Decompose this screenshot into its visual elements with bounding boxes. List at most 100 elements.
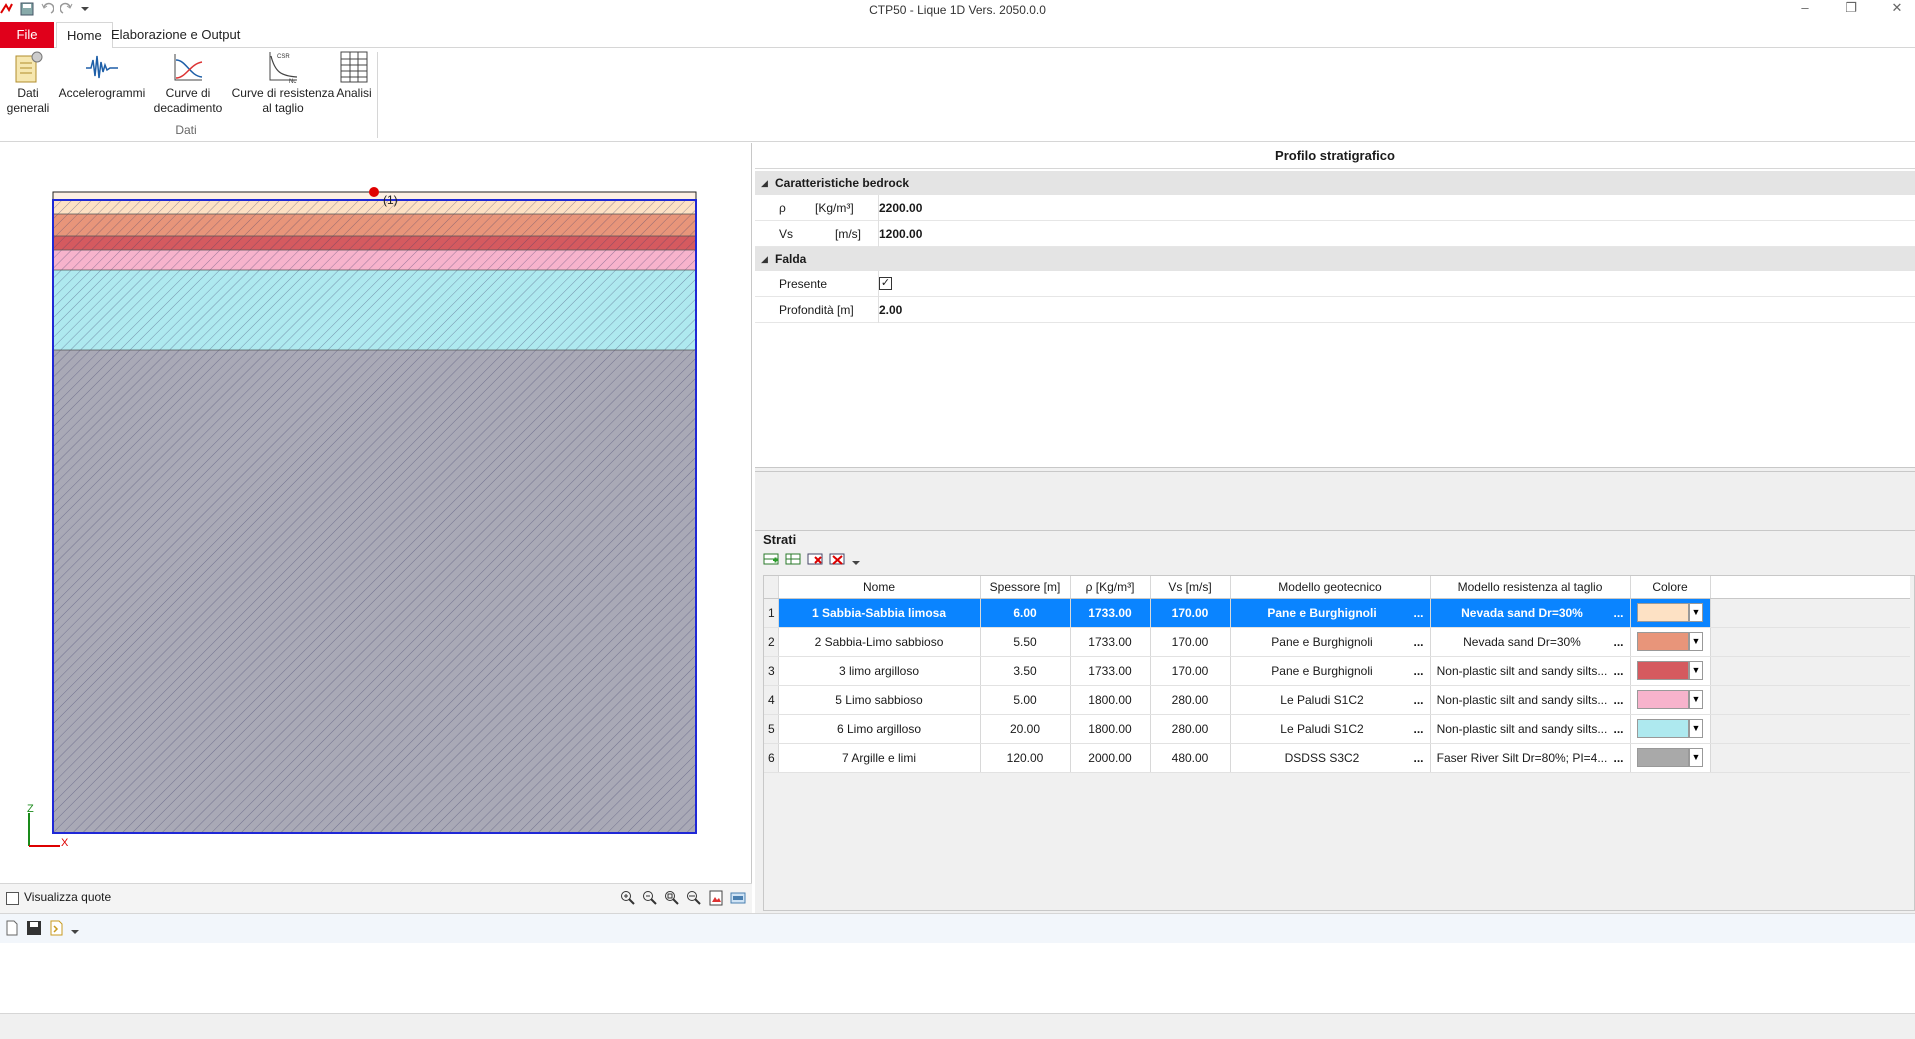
ellipsis-button[interactable]: ... (1613, 751, 1629, 765)
collapse-triangle-icon[interactable]: ◢ (761, 171, 768, 195)
table-row[interactable]: 45 Limo sabbioso 5.00 1800.00 280.00... Le P… (764, 685, 1910, 715)
col-modello-geotecnico[interactable]: Modello geotecnico (1230, 576, 1431, 599)
cell-colore[interactable]: ▼ (1630, 685, 1711, 715)
print-preview-icon[interactable] (730, 890, 746, 906)
ellipsis-button[interactable]: ... (1413, 635, 1429, 649)
accelerogrammi-button[interactable]: Accelerogrammi (56, 50, 148, 101)
cell-rho[interactable]: 1733.00 (1070, 627, 1151, 657)
color-swatch[interactable] (1637, 748, 1689, 767)
col-spessore[interactable]: Spessore [m] (980, 576, 1071, 599)
table-row[interactable]: 56 Limo argilloso 20.00 1800.00 280.00... Le… (764, 714, 1910, 744)
tab-elaborazione-output[interactable]: Elaborazione e Output (101, 22, 250, 48)
cell-vs[interactable]: 480.00 (1150, 743, 1231, 773)
color-swatch[interactable] (1637, 632, 1689, 651)
cell-modello-resistenza[interactable]: ... Non-plastic silt and sandy silts... (1430, 714, 1631, 744)
cell-rho[interactable]: 1733.00 (1070, 598, 1151, 628)
ellipsis-button[interactable]: ... (1613, 664, 1629, 678)
cell-spessore[interactable]: 120.00 (980, 743, 1071, 773)
table-row[interactable]: 22 Sabbia-Limo sabbioso 5.50 1733.00 170.00… (764, 627, 1910, 657)
close-icon[interactable]: ✕ (1889, 0, 1905, 16)
cell-colore[interactable]: ▼ (1630, 627, 1711, 657)
row-number[interactable]: 2 (764, 627, 779, 657)
stratigraphy-canvas[interactable]: (1) Z X (0, 143, 752, 883)
cell-nome[interactable]: 6 Limo argilloso (778, 714, 981, 744)
cell-colore[interactable]: ▼ (1630, 714, 1711, 744)
cell-modello-geotecnico[interactable]: ... Pane e Burghignoli (1230, 656, 1431, 686)
new-document-icon[interactable] (4, 920, 20, 936)
cell-rho[interactable]: 1800.00 (1070, 714, 1151, 744)
property-row-density[interactable]: ρ [Kg/m³] 2200.00 (755, 195, 1915, 221)
cell-spessore[interactable]: 6.00 (980, 598, 1071, 628)
cell-spessore[interactable]: 5.00 (980, 685, 1071, 715)
analisi-button[interactable]: Analisi (334, 50, 374, 101)
color-swatch[interactable] (1637, 661, 1689, 680)
col-vs[interactable]: Vs [m/s] (1150, 576, 1231, 599)
cell-colore[interactable]: ▼ (1630, 743, 1711, 773)
collapse-triangle-icon[interactable]: ◢ (761, 247, 768, 271)
toolbar-overflow-icon[interactable] (851, 551, 867, 567)
cell-modello-geotecnico[interactable]: ... DSDSS S3C2 (1230, 743, 1431, 773)
insert-row-icon[interactable] (785, 551, 801, 567)
dati-generali-button[interactable]: Dati generali (6, 50, 50, 116)
cell-spessore[interactable]: 3.50 (980, 656, 1071, 686)
stratigraphy-drawing-panel[interactable]: (1) Z X (0, 143, 752, 883)
cell-rho[interactable]: 1733.00 (1070, 656, 1151, 686)
cell-nome[interactable]: 2 Sabbia-Limo sabbioso (778, 627, 981, 657)
row-number[interactable]: 6 (764, 743, 779, 773)
cell-modello-geotecnico[interactable]: ... Le Paludi S1C2 (1230, 714, 1431, 744)
color-swatch[interactable] (1637, 690, 1689, 709)
output-point-marker[interactable] (369, 187, 379, 197)
cell-nome[interactable]: 5 Limo sabbioso (778, 685, 981, 715)
color-swatch[interactable] (1637, 719, 1689, 738)
cell-spessore[interactable]: 5.50 (980, 627, 1071, 657)
ellipsis-button[interactable]: ... (1413, 693, 1429, 707)
ellipsis-button[interactable]: ... (1413, 606, 1429, 620)
cell-vs[interactable]: 170.00 (1150, 656, 1231, 686)
cell-colore[interactable]: ▼ (1630, 598, 1711, 628)
cell-nome[interactable]: 1 Sabbia-Sabbia limosa (778, 598, 981, 628)
cell-nome[interactable]: 3 limo argilloso (778, 656, 981, 686)
output-overflow-icon[interactable] (70, 920, 86, 936)
property-row-presente[interactable]: Presente ✓ (755, 271, 1915, 297)
cell-vs[interactable]: 280.00 (1150, 685, 1231, 715)
table-row[interactable]: 11 Sabbia-Sabbia limosa 6.00 1733.00 170.00… (764, 598, 1910, 628)
ellipsis-button[interactable]: ... (1413, 751, 1429, 765)
cell-vs[interactable]: 170.00 (1150, 598, 1231, 628)
zoom-in-icon[interactable] (620, 890, 636, 906)
density-value[interactable]: 2200.00 (873, 195, 922, 221)
ellipsis-button[interactable]: ... (1613, 606, 1629, 620)
cell-modello-geotecnico[interactable]: ... Pane e Burghignoli (1230, 598, 1431, 628)
cell-modello-resistenza[interactable]: ... Non-plastic silt and sandy silts... (1430, 685, 1631, 715)
color-dropdown-icon[interactable]: ▼ (1689, 719, 1703, 738)
cell-modello-resistenza[interactable]: ... Faser River Silt Dr=80%; PI=4... (1430, 743, 1631, 773)
tab-file[interactable]: File (0, 22, 54, 48)
curve-decadimento-button[interactable]: Curve di decadimento (150, 50, 226, 116)
zoom-out-icon[interactable] (642, 890, 658, 906)
minimize-icon[interactable]: – (1797, 0, 1813, 16)
col-modello-resistenza[interactable]: Modello resistenza al taglio (1430, 576, 1631, 599)
zoom-extents-icon[interactable] (686, 890, 702, 906)
property-row-vs[interactable]: Vs [m/s] 1200.00 (755, 221, 1915, 247)
row-number[interactable]: 3 (764, 656, 779, 686)
zoom-window-icon[interactable] (664, 890, 680, 906)
cell-modello-resistenza[interactable]: ... Non-plastic silt and sandy silts... (1430, 656, 1631, 686)
col-rho[interactable]: ρ [Kg/m³] (1070, 576, 1151, 599)
ellipsis-button[interactable]: ... (1613, 635, 1629, 649)
category-falda[interactable]: ◢ Falda (755, 247, 1915, 271)
property-row-profondita[interactable]: Profondità [m] 2.00 (755, 297, 1915, 323)
table-row[interactable]: 67 Argille e limi 120.00 2000.00 480.00... D… (764, 743, 1910, 773)
row-number[interactable]: 1 (764, 598, 779, 628)
cell-vs[interactable]: 280.00 (1150, 714, 1231, 744)
cell-nome[interactable]: 7 Argille e limi (778, 743, 981, 773)
row-number[interactable]: 4 (764, 685, 779, 715)
cell-modello-geotecnico[interactable]: ... Le Paludi S1C2 (1230, 685, 1431, 715)
restore-icon[interactable]: ❐ (1843, 0, 1859, 16)
color-dropdown-icon[interactable]: ▼ (1689, 748, 1703, 767)
ellipsis-button[interactable]: ... (1613, 693, 1629, 707)
ellipsis-button[interactable]: ... (1613, 722, 1629, 736)
output-area[interactable] (0, 943, 1915, 1013)
cell-rho[interactable]: 2000.00 (1070, 743, 1151, 773)
row-number[interactable]: 5 (764, 714, 779, 744)
color-dropdown-icon[interactable]: ▼ (1689, 603, 1703, 622)
show-quotes-checkbox[interactable] (6, 892, 19, 905)
